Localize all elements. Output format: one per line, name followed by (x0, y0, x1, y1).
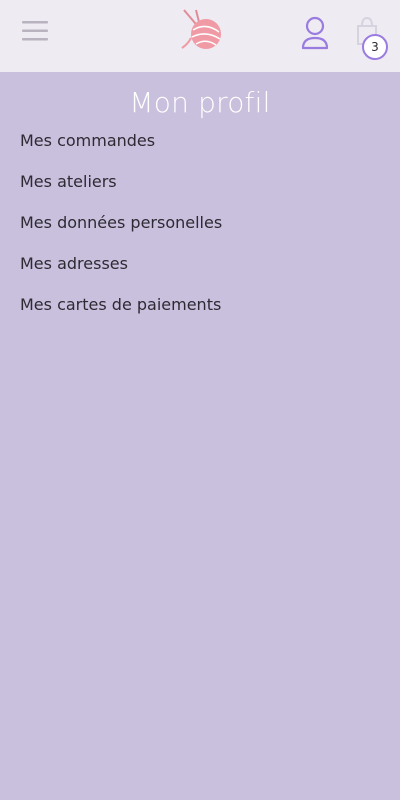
page-title: Mon profil (129, 86, 271, 119)
cart-button[interactable]: 3 (352, 14, 392, 60)
yarn-ball-logo-icon (181, 9, 221, 49)
app-header: 3 (0, 0, 400, 72)
menu-item-payment-cards[interactable]: Mes cartes de paiements (20, 295, 400, 315)
menu-item-addresses[interactable]: Mes adresses (20, 254, 400, 274)
menu-item-personal-data[interactable]: Mes données personelles (20, 213, 400, 233)
logo[interactable] (176, 8, 226, 54)
user-icon (301, 16, 329, 50)
profile-page: Mon profil Mes commandes Mes ateliers Me… (0, 86, 400, 315)
hamburger-icon (22, 21, 48, 41)
profile-button[interactable] (300, 16, 330, 50)
menu-button[interactable] (22, 20, 50, 42)
menu-item-workshops[interactable]: Mes ateliers (20, 172, 400, 192)
profile-menu: Mes commandes Mes ateliers Mes données p… (20, 131, 400, 315)
cart-count-badge: 3 (362, 34, 388, 60)
menu-item-orders[interactable]: Mes commandes (20, 131, 400, 151)
